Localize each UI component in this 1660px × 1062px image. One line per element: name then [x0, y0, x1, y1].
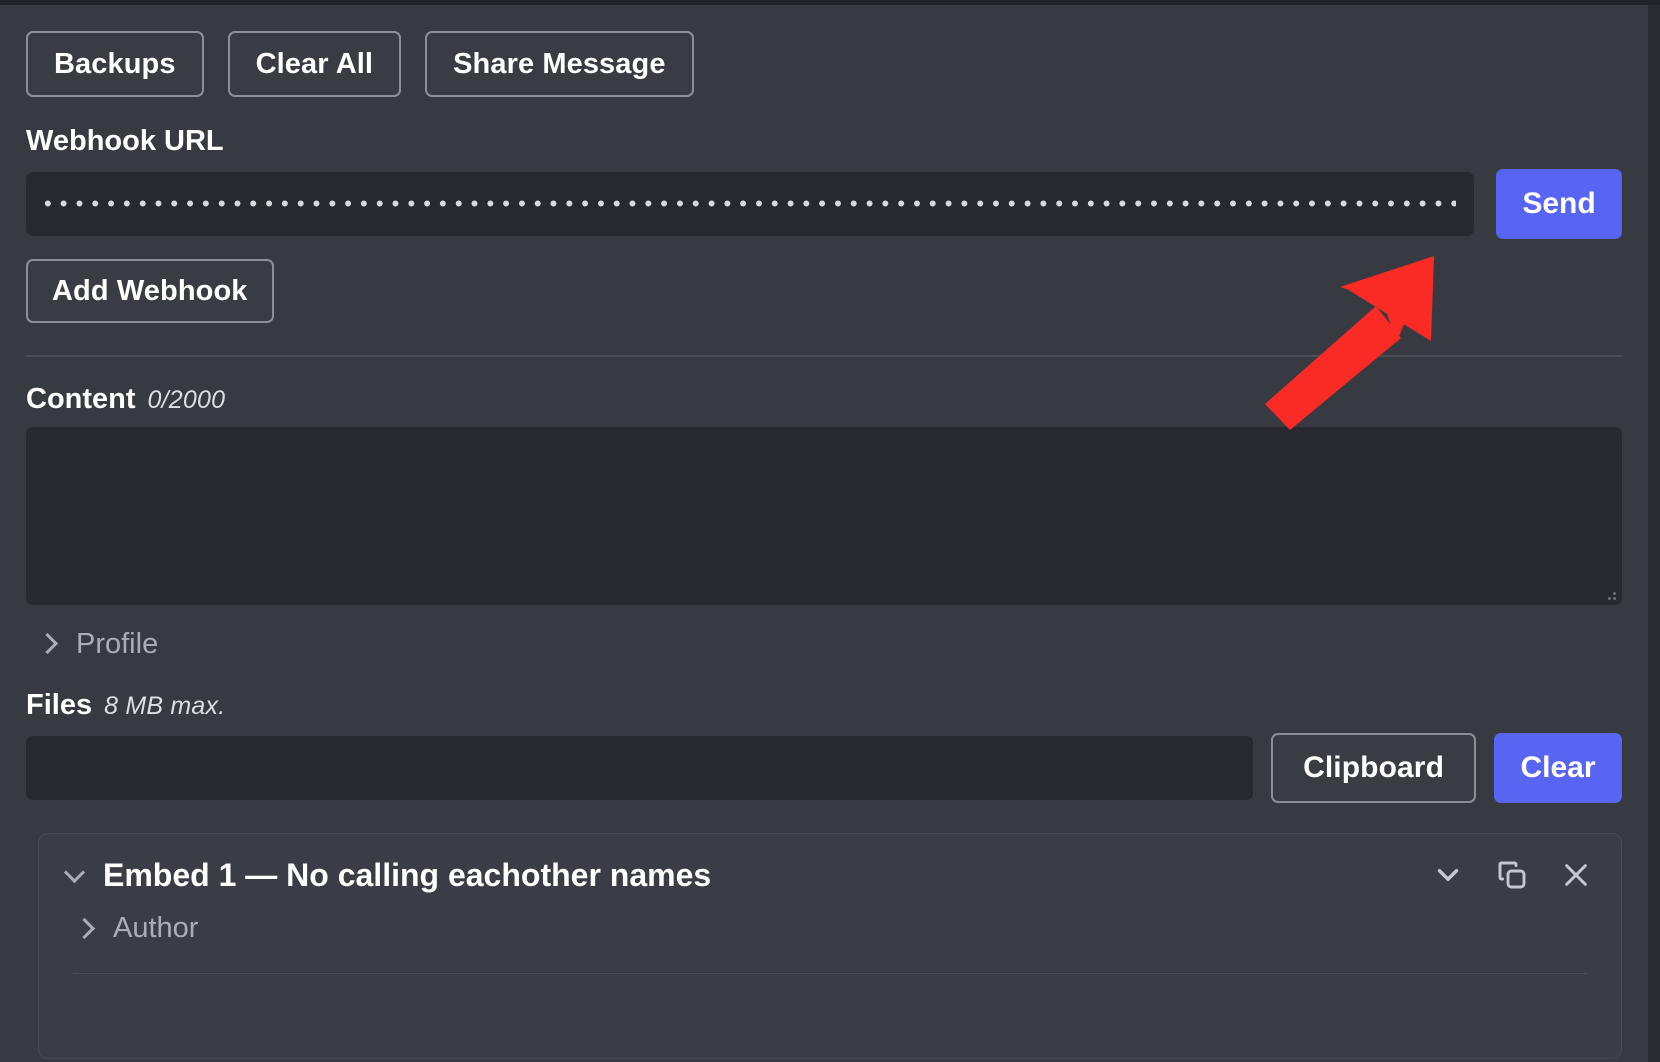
clear-files-button[interactable]: Clear: [1494, 733, 1622, 803]
app-window: Backups Clear All Share Message Webhook …: [0, 0, 1660, 1062]
files-dropzone[interactable]: [26, 736, 1254, 800]
content-textarea[interactable]: [26, 427, 1622, 605]
chevron-down-icon[interactable]: [65, 865, 85, 885]
webhook-url-row: ••••••••••••••••••••••••••••••••••••••••…: [26, 169, 1622, 239]
close-icon[interactable]: [1557, 856, 1595, 894]
send-button[interactable]: Send: [1496, 169, 1622, 239]
toolbar: Backups Clear All Share Message: [26, 31, 1622, 97]
embed-actions: [1429, 856, 1595, 894]
chevron-right-icon: [75, 919, 95, 939]
webhook-url-label: Webhook URL: [26, 125, 1622, 158]
right-scroll-gutter[interactable]: [1648, 5, 1660, 1062]
profile-label: Profile: [76, 627, 159, 660]
content-label-text: Content: [26, 383, 136, 415]
message-builder-panel: Backups Clear All Share Message Webhook …: [0, 5, 1648, 1062]
move-down-icon[interactable]: [1429, 856, 1467, 894]
duplicate-icon[interactable]: [1493, 856, 1531, 894]
backups-button[interactable]: Backups: [26, 31, 204, 97]
files-row: Clipboard Clear: [26, 733, 1622, 803]
webhook-url-label-text: Webhook URL: [26, 125, 224, 157]
clear-all-button[interactable]: Clear All: [227, 31, 402, 97]
embed-author-label: Author: [113, 912, 199, 944]
webhook-url-input[interactable]: ••••••••••••••••••••••••••••••••••••••••…: [26, 172, 1474, 236]
files-label-text: Files: [26, 689, 93, 721]
embed-inner-divider: [73, 973, 1587, 974]
section-divider: [26, 355, 1622, 357]
chevron-right-icon: [38, 634, 58, 654]
textarea-resize-handle[interactable]: [1602, 586, 1616, 600]
profile-section-toggle[interactable]: Profile: [26, 615, 1622, 673]
clipboard-button[interactable]: Clipboard: [1271, 733, 1476, 803]
content-counter: 0/2000: [147, 386, 226, 414]
embed-author-toggle[interactable]: Author: [65, 912, 1595, 945]
share-message-button[interactable]: Share Message: [425, 31, 694, 97]
add-webhook-button[interactable]: Add Webhook: [26, 259, 274, 323]
webhook-url-masked-value: ••••••••••••••••••••••••••••••••••••••••…: [44, 193, 1456, 215]
embed-card: Embed 1 — No calling eachother names Aut…: [38, 833, 1622, 1059]
embed-header: Embed 1 — No calling eachother names: [65, 856, 1595, 894]
files-size-hint: 8 MB max.: [104, 692, 226, 720]
embed-title: Embed 1 — No calling eachother names: [103, 856, 712, 893]
files-label: Files 8 MB max.: [26, 689, 1622, 722]
content-label: Content 0/2000: [26, 383, 1622, 416]
add-webhook-row: Add Webhook: [26, 259, 1622, 323]
